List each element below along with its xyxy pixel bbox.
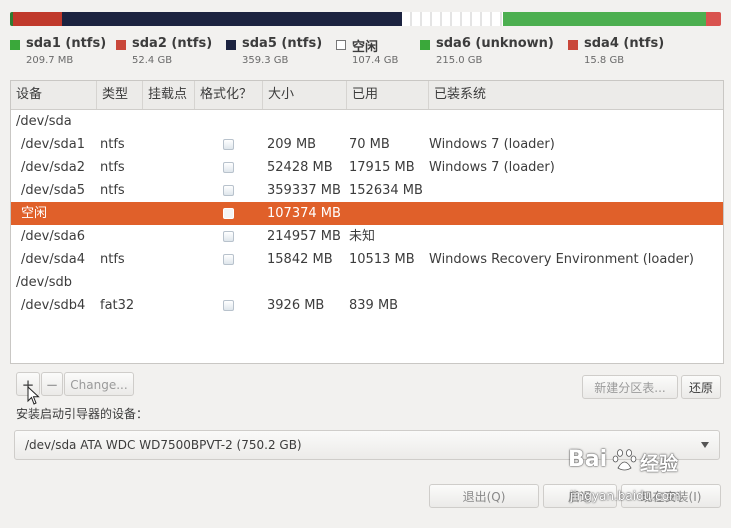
legend-swatch xyxy=(336,40,346,50)
cell-size: 52428 MB xyxy=(267,160,333,175)
table-row[interactable]: /dev/sda4 ntfs 15842 MB 10513 MB Windows Rec… xyxy=(11,248,723,271)
cell-size: 3926 MB xyxy=(267,298,325,313)
format-checkbox[interactable] xyxy=(223,185,234,196)
partition-segment-sda5 xyxy=(62,12,402,26)
cell-device: /dev/sda6 xyxy=(21,229,85,244)
cell-system: Windows Recovery Environment (loader) xyxy=(429,252,694,267)
cell-size: 15842 MB xyxy=(267,252,333,267)
bootloader-device-value: /dev/sda ATA WDC WD7500BPVT-2 (750.2 GB) xyxy=(25,438,302,452)
cell-type: ntfs xyxy=(100,160,125,175)
watermark-brand: Bai xyxy=(568,447,608,472)
cell-device: /dev/sda xyxy=(16,114,72,129)
cell-used: 未知 xyxy=(349,229,376,244)
table-row[interactable]: /dev/sda6 214957 MB 未知 xyxy=(11,225,723,248)
format-checkbox[interactable] xyxy=(223,139,234,150)
baidu-watermark: Bai 经验 jingyan.baidu.com xyxy=(568,447,718,507)
paw-icon xyxy=(612,449,637,471)
cell-device: /dev/sdb4 xyxy=(21,298,86,313)
col-mount[interactable]: 挂载点 xyxy=(143,81,195,109)
col-size[interactable]: 大小 xyxy=(263,81,347,109)
cell-system: Windows 7 (loader) xyxy=(429,160,555,175)
table-row[interactable]: /dev/sdb4 fat32 3926 MB 839 MB xyxy=(11,294,723,317)
legend-size: 52.4 GB xyxy=(132,55,173,66)
col-used[interactable]: 已用 xyxy=(347,81,429,109)
format-checkbox[interactable] xyxy=(223,208,234,219)
legend-name: sda1 (ntfs) xyxy=(26,36,107,51)
cell-device: /dev/sda4 xyxy=(21,252,85,267)
table-row[interactable]: /dev/sda xyxy=(11,110,723,133)
legend-size: 107.4 GB xyxy=(352,55,399,66)
legend-swatch xyxy=(226,40,236,50)
cell-size: 214957 MB xyxy=(267,229,341,244)
revert-button[interactable]: 还原 xyxy=(681,375,721,399)
col-device[interactable]: 设备 xyxy=(11,81,97,109)
legend-name: sda2 (ntfs) xyxy=(132,36,213,51)
partition-segment-sda4 xyxy=(706,12,721,26)
cell-device: /dev/sdb xyxy=(16,275,72,290)
legend-size: 209.7 MB xyxy=(26,55,74,66)
legend-name: sda6 (unknown) xyxy=(436,36,554,51)
cell-type: fat32 xyxy=(100,298,135,313)
cell-used: 70 MB xyxy=(349,137,390,152)
table-header: 设备 类型 挂载点 格式化？ 大小 已用 已装系统 xyxy=(11,81,723,110)
legend-swatch xyxy=(420,40,430,50)
cell-system: Windows 7 (loader) xyxy=(429,137,555,152)
legend-name: sda4 (ntfs) xyxy=(584,36,665,51)
table-row[interactable]: /dev/sdb xyxy=(11,271,723,294)
legend-swatch xyxy=(116,40,126,50)
table-row[interactable]: /dev/sda2 ntfs 52428 MB 17915 MB Windows 7 (… xyxy=(11,156,723,179)
partition-segment-sda2 xyxy=(12,12,63,26)
cell-device: /dev/sda5 xyxy=(21,183,85,198)
watermark-jingyan: 经验 xyxy=(640,453,679,475)
legend-name: 空闲 xyxy=(352,40,379,55)
format-checkbox[interactable] xyxy=(223,254,234,265)
cell-type: ntfs xyxy=(100,137,125,152)
legend-size: 15.8 GB xyxy=(584,55,625,66)
quit-button[interactable]: 退出(Q) xyxy=(429,484,539,508)
legend-size: 359.3 GB xyxy=(242,55,289,66)
cell-used: 17915 MB xyxy=(349,160,415,175)
cell-used: 839 MB xyxy=(349,298,399,313)
cell-used: 10513 MB xyxy=(349,252,415,267)
cell-size: 209 MB xyxy=(267,137,317,152)
table-row[interactable]: 空闲 107374 MB xyxy=(11,202,723,225)
cell-size: 107374 MB xyxy=(267,206,341,221)
cell-type: ntfs xyxy=(100,252,125,267)
col-format[interactable]: 格式化？ xyxy=(195,81,263,109)
new-partition-table-button[interactable]: 新建分区表... xyxy=(582,375,678,399)
partition-segment-free xyxy=(401,12,504,26)
bootloader-label: 安装启动引导器的设备： xyxy=(16,407,149,421)
legend-name: sda5 (ntfs) xyxy=(242,36,323,51)
watermark-url: jingyan.baidu.com xyxy=(570,489,681,503)
partition-segment-sda6 xyxy=(503,12,707,26)
partition-table[interactable]: 设备 类型 挂载点 格式化？ 大小 已用 已装系统 /dev/sda/dev/s… xyxy=(10,80,724,364)
legend-swatch xyxy=(10,40,20,50)
table-row[interactable]: /dev/sda1 ntfs 209 MB 70 MB Windows 7 (loade… xyxy=(11,133,723,156)
legend-swatch xyxy=(568,40,578,50)
col-system[interactable]: 已装系统 xyxy=(429,81,723,109)
format-checkbox[interactable] xyxy=(223,300,234,311)
cell-device: /dev/sda2 xyxy=(21,160,85,175)
partition-bar xyxy=(10,12,721,26)
cell-used: 152634 MB xyxy=(349,183,423,198)
cell-type: ntfs xyxy=(100,183,125,198)
format-checkbox[interactable] xyxy=(223,231,234,242)
remove-partition-button[interactable]: − xyxy=(41,372,63,396)
table-row[interactable]: /dev/sda5 ntfs 359337 MB 152634 MB xyxy=(11,179,723,202)
cell-size: 359337 MB xyxy=(267,183,341,198)
change-partition-button[interactable]: Change... xyxy=(64,372,134,396)
col-type[interactable]: 类型 xyxy=(97,81,143,109)
format-checkbox[interactable] xyxy=(223,162,234,173)
legend-size: 215.0 GB xyxy=(436,55,483,66)
cell-device: 空闲 xyxy=(21,206,48,221)
cell-device: /dev/sda1 xyxy=(21,137,85,152)
mouse-cursor-icon xyxy=(27,386,40,405)
